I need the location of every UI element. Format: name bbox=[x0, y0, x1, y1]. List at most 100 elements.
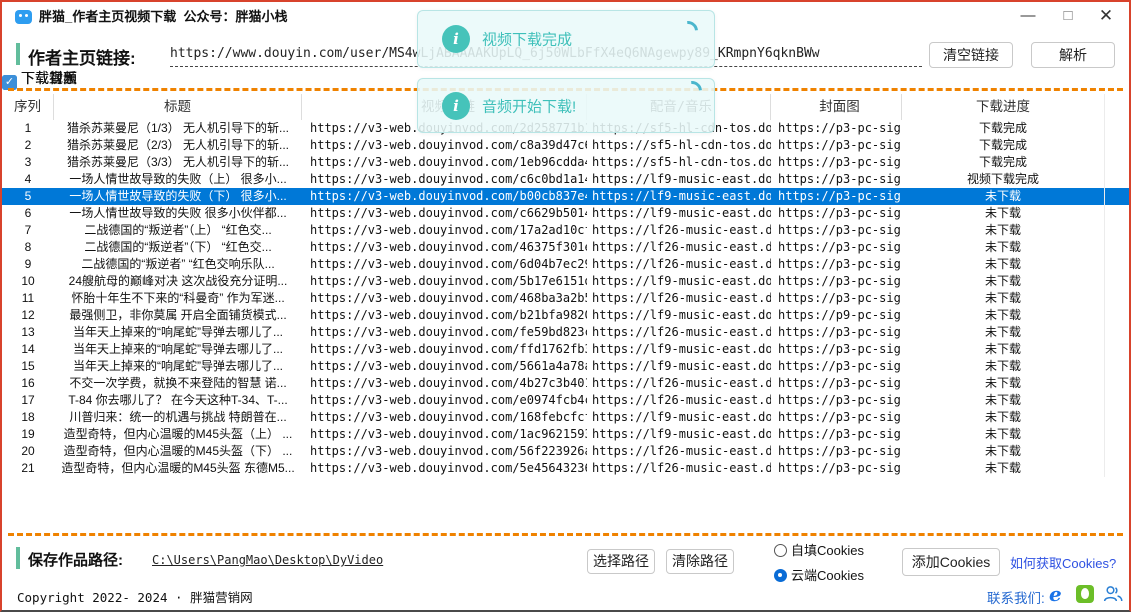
cell-index: 13 bbox=[2, 324, 54, 341]
cell-extra bbox=[1105, 307, 1129, 324]
add-cookies-button[interactable]: 添加Cookies bbox=[902, 548, 1000, 576]
cell-music-url: https://sf5-hl-cdn-tos.douyi... bbox=[587, 154, 771, 171]
cell-music-url: https://lf9-music-east.douyi... bbox=[587, 426, 771, 443]
table-row[interactable]: 5 一场人情世故导致的失败（下） 很多小... https://v3-web.d… bbox=[2, 188, 1129, 205]
cell-video-url: https://v3-web.douyinvod.com/fe59bd823c7… bbox=[302, 324, 587, 341]
cell-title: 猎杀苏莱曼尼（3/3） 无人机引导下的斩... bbox=[54, 154, 302, 171]
col-header-cover[interactable]: 封面图 bbox=[771, 94, 902, 120]
cell-status: 未下载 bbox=[902, 324, 1105, 341]
window-title: 胖猫_作者主页视频下载 公众号：胖猫小栈 bbox=[39, 2, 287, 32]
table-row[interactable]: 19 造型奇特，但内心温暖的M45头盔（上） ... https://v3-we… bbox=[2, 426, 1129, 443]
table-row[interactable]: 13 当年天上掉来的“响尾蛇”导弹去哪儿了... https://v3-web.… bbox=[2, 324, 1129, 341]
cell-extra bbox=[1105, 171, 1129, 188]
table-row[interactable]: 11 怀胎十年生不下来的“科曼奇” 作为军迷... https://v3-web… bbox=[2, 290, 1129, 307]
table-row[interactable]: 18 川普归来：统一的机遇与挑战 特朗普在... https://v3-web.… bbox=[2, 409, 1129, 426]
cell-extra bbox=[1105, 239, 1129, 256]
clear-links-button[interactable]: 清空链接 bbox=[929, 42, 1013, 68]
cell-music-url: https://lf9-music-east.douyi... bbox=[587, 188, 771, 205]
cell-status: 未下载 bbox=[902, 392, 1105, 409]
cell-cover-url: https://p3-pc-sign... bbox=[771, 154, 902, 171]
bottom-divider bbox=[8, 533, 1123, 536]
cell-music-url: https://lf9-music-east.douyi... bbox=[587, 273, 771, 290]
cell-index: 17 bbox=[2, 392, 54, 409]
cell-video-url: https://v3-web.douyinvod.com/6d04b7ec29b… bbox=[302, 256, 587, 273]
cell-cover-url: https://p3-pc-sign... bbox=[771, 290, 902, 307]
cell-cover-url: https://p3-pc-sign... bbox=[771, 273, 902, 290]
cell-title: 川普归来：统一的机遇与挑战 特朗普在... bbox=[54, 409, 302, 426]
table-row[interactable]: 14 当年天上掉来的“响尾蛇”导弹去哪儿了... https://v3-web.… bbox=[2, 341, 1129, 358]
cell-cover-url: https://p3-pc-sign... bbox=[771, 222, 902, 239]
cell-video-url: https://v3-web.douyinvod.com/56f223926a3… bbox=[302, 443, 587, 460]
cell-title: 当年天上掉来的“响尾蛇”导弹去哪儿了... bbox=[54, 358, 302, 375]
table-row[interactable]: 8 二战德国的“叛逆者”（下） “红色交... https://v3-web.d… bbox=[2, 239, 1129, 256]
cell-video-url: https://v3-web.douyinvod.com/17a2ad10cfd… bbox=[302, 222, 587, 239]
cell-title: 二战德国的“叛逆者”（下） “红色交... bbox=[54, 239, 302, 256]
cell-music-url: https://lf9-music-east.douyi... bbox=[587, 341, 771, 358]
table-row[interactable]: 16 不交一次学费，就换不来登陆的智慧 诺... https://v3-web.… bbox=[2, 375, 1129, 392]
cell-title: 一场人情世故导致的失败（上） 很多小... bbox=[54, 171, 302, 188]
ie-browser-icon[interactable]: e bbox=[1049, 582, 1062, 606]
cell-status: 未下载 bbox=[902, 307, 1105, 324]
cell-video-url: https://v3-web.douyinvod.com/b21bfa9820b… bbox=[302, 307, 587, 324]
cell-cover-url: https://p3-pc-sign... bbox=[771, 120, 902, 137]
cell-status: 未下载 bbox=[902, 409, 1105, 426]
radio-unselected-icon[interactable] bbox=[774, 544, 787, 557]
col-header-title[interactable]: 标题 bbox=[54, 94, 302, 120]
radio-selected-icon[interactable] bbox=[774, 569, 787, 582]
table-row[interactable]: 20 造型奇特，但内心温暖的M45头盔（下） ... https://v3-we… bbox=[2, 443, 1129, 460]
radio-label: 自填Cookies bbox=[791, 543, 864, 558]
table-row[interactable]: 2 猎杀苏莱曼尼（2/3） 无人机引导下的斩... https://v3-web… bbox=[2, 137, 1129, 154]
cell-status: 未下载 bbox=[902, 222, 1105, 239]
cell-extra bbox=[1105, 324, 1129, 341]
cell-extra bbox=[1105, 358, 1129, 375]
table-row[interactable]: 17 T-84 你去哪儿了？ 在今天这种T-34、T-... https://v… bbox=[2, 392, 1129, 409]
table-row[interactable]: 4 一场人情世故导致的失败（上） 很多小... https://v3-web.d… bbox=[2, 171, 1129, 188]
cell-status: 视频下载完成 bbox=[902, 171, 1105, 188]
maximize-button[interactable]: □ bbox=[1053, 2, 1083, 32]
cell-music-url: https://lf9-music-east.douyi... bbox=[587, 205, 771, 222]
table-row[interactable]: 12 最强侧卫，非你莫属 开启全面铺货模式... https://v3-web.… bbox=[2, 307, 1129, 324]
table-row[interactable]: 3 猎杀苏莱曼尼（3/3） 无人机引导下的斩... https://v3-web… bbox=[2, 154, 1129, 171]
cell-extra bbox=[1105, 460, 1129, 477]
choose-path-button[interactable]: 选择路径 bbox=[587, 549, 655, 574]
spinner-icon bbox=[678, 77, 706, 105]
cell-status: 下载完成 bbox=[902, 154, 1105, 171]
col-header-index[interactable]: 序列 bbox=[2, 94, 54, 120]
radio-self-cookies[interactable]: 自填Cookies bbox=[774, 540, 864, 556]
spinner-icon bbox=[674, 17, 702, 45]
cell-video-url: https://v3-web.douyinvod.com/1eb96cdda40… bbox=[302, 154, 587, 171]
cell-video-url: https://v3-web.douyinvod.com/46375f301e1… bbox=[302, 239, 587, 256]
clear-path-button[interactable]: 清除路径 bbox=[666, 549, 734, 574]
table-row[interactable]: 9 二战德国的“叛逆者” “红色交响乐队... https://v3-web.d… bbox=[2, 256, 1129, 273]
cell-cover-url: https://p3-pc-sign... bbox=[771, 239, 902, 256]
cell-title: 当年天上掉来的“响尾蛇”导弹去哪儿了... bbox=[54, 324, 302, 341]
radio-label: 云端Cookies bbox=[791, 568, 864, 583]
cell-title: 最强侧卫，非你莫属 开启全面铺货模式... bbox=[54, 307, 302, 324]
cell-music-url: https://lf26-music-east.douy... bbox=[587, 290, 771, 307]
cell-video-url: https://v3-web.douyinvod.com/168febcfcf9… bbox=[302, 409, 587, 426]
col-header-extra bbox=[1105, 94, 1129, 120]
col-header-progress[interactable]: 下载进度 bbox=[902, 94, 1105, 120]
table-row[interactable]: 7 二战德国的“叛逆者”（上） “红色交... https://v3-web.d… bbox=[2, 222, 1129, 239]
cell-music-url: https://lf26-music-east.douy... bbox=[587, 324, 771, 341]
table-row[interactable]: 15 当年天上掉来的“响尾蛇”导弹去哪儿了... https://v3-web.… bbox=[2, 358, 1129, 375]
cell-extra bbox=[1105, 256, 1129, 273]
cell-music-url: https://lf26-music-east.douy... bbox=[587, 222, 771, 239]
checkbox-download-cover[interactable]: ✓下载封面 bbox=[2, 68, 77, 86]
qq-icon[interactable] bbox=[1076, 585, 1094, 603]
contact-group-icon[interactable] bbox=[1103, 585, 1123, 602]
cell-title: 造型奇特，但内心温暖的M45头盔（上） ... bbox=[54, 426, 302, 443]
copyright-text: Copyright 2022- 2024 · 胖猫营销网 bbox=[17, 587, 253, 606]
minimize-button[interactable]: — bbox=[1013, 2, 1043, 32]
how-to-get-cookies-link[interactable]: 如何获取Cookies? bbox=[1010, 553, 1116, 572]
table-row[interactable]: 6 一场人情世故导致的失败 很多小伙伴都... https://v3-web.d… bbox=[2, 205, 1129, 222]
cell-extra bbox=[1105, 188, 1129, 205]
table-row[interactable]: 10 24艘航母的巅峰对决 这次战役充分证明... https://v3-web… bbox=[2, 273, 1129, 290]
table-row[interactable]: 21 造型奇特，但内心温暖的M45头盔 东德M5... https://v3-w… bbox=[2, 460, 1129, 477]
parse-button[interactable]: 解析 bbox=[1031, 42, 1115, 68]
radio-cloud-cookies[interactable]: 云端Cookies bbox=[774, 565, 864, 581]
cell-title: T-84 你去哪儿了？ 在今天这种T-34、T-... bbox=[54, 392, 302, 409]
cell-index: 14 bbox=[2, 341, 54, 358]
close-button[interactable]: ✕ bbox=[1091, 2, 1121, 32]
cell-cover-url: https://p3-pc-sign... bbox=[771, 171, 902, 188]
